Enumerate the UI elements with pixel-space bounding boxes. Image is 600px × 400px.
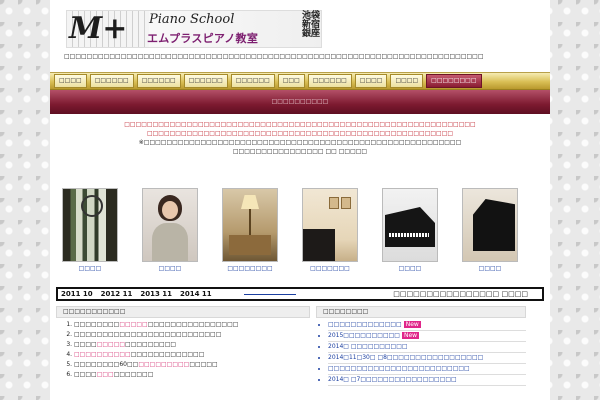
news-item[interactable]: □□□□□□□□□□□□□□□□□□□□□□□□□: [328, 364, 526, 375]
nav-item-2[interactable]: □□□□□□: [89, 74, 134, 88]
features-heading: □□□□□□□□□□□: [56, 306, 310, 318]
news-box: □□□□□□□□ □□□□□□□□□□□□□New 2015□□□□□□□□□□…: [316, 306, 526, 400]
lamp-stand-graphic: [249, 209, 251, 235]
year-link-2013[interactable]: 2013 11: [140, 290, 172, 298]
nav-item-9[interactable]: □□□□: [390, 74, 424, 88]
banner-title: □□□□□□□□□□: [271, 98, 329, 105]
page-container: M+ Piano School エムプラスピアノ教室 池袋 新宿 銀座 □□□□…: [50, 0, 550, 400]
notice-line-4: □□□□□□□□□□□□□□□□ □□ □□□□□: [232, 148, 368, 155]
room-photo[interactable]: [302, 188, 358, 262]
window-arch-graphic: [81, 195, 103, 217]
nav-item-1[interactable]: □□□□: [54, 74, 87, 88]
teacher-photo[interactable]: [142, 188, 198, 262]
photo-caption[interactable]: □□□□: [382, 265, 438, 272]
list-item: □□□□□□□□□□□□□□: [74, 370, 310, 380]
new-badge: New: [401, 332, 420, 339]
nav-item-6[interactable]: □□□: [277, 74, 305, 88]
history-underline-link[interactable]: [243, 293, 296, 295]
news-item[interactable]: 2014□ □□□□□□□□□□: [328, 342, 526, 353]
news-heading: □□□□□□□□: [316, 306, 526, 318]
grand-piano-photo-1[interactable]: [382, 188, 438, 262]
photo-card-piano-2[interactable]: □□□□: [462, 188, 518, 272]
photo-caption[interactable]: □□□□: [62, 265, 118, 272]
news-item[interactable]: 2014□ □7□□□□□□□□□□□□□□□□□: [328, 375, 526, 386]
lobby-photo[interactable]: [222, 188, 278, 262]
photo-caption[interactable]: □□□□□□□□: [222, 265, 278, 272]
nav-item-4[interactable]: □□□□□□: [183, 74, 228, 88]
nav-item-3[interactable]: □□□□□□: [136, 74, 181, 88]
site-logo[interactable]: M+ Piano School エムプラスピアノ教室 池袋 新宿 銀座: [66, 10, 322, 48]
dress-graphic: [152, 223, 188, 261]
photo-card-lobby[interactable]: □□□□□□□□: [222, 188, 278, 272]
list-item: □□□□□□□□□□□□□□□□□□□□□□□□□□□□□: [74, 320, 310, 330]
nav-item-5[interactable]: □□□□□□: [230, 74, 275, 88]
logo-kana-text: エムプラスピアノ教室: [147, 32, 259, 45]
nav-item-7[interactable]: □□□□□□: [307, 74, 352, 88]
news-item[interactable]: 2015□□□□□□□□□□New: [328, 331, 526, 342]
year-link-2014[interactable]: 2014 11: [180, 290, 212, 298]
notice-line-3: ※□□□□□□□□□□□□□□□□□□□□□□□□□□□□□□□□□□□□□□□…: [138, 139, 462, 146]
site-tagline: □□□□□□□□□□□□□□□□□□□□□□□□□□□□□□□□□□□□□□□□…: [64, 53, 484, 60]
notice-line-1: □□□□□□□□□□□□□□□□□□□□□□□□□□□□□□□□□□□□□□□□…: [124, 121, 476, 128]
news-item[interactable]: 2014□11□30□ □8□□□□□□□□□□□□□□□□□: [328, 353, 526, 364]
entrance-photo[interactable]: [62, 188, 118, 262]
notice-block: □□□□□□□□□□□□□□□□□□□□□□□□□□□□□□□□□□□□□□□□…: [50, 120, 550, 156]
upright-piano-graphic: [303, 229, 335, 261]
logo-locations: 池袋 新宿 銀座: [301, 12, 321, 39]
photo-caption[interactable]: □□□□: [142, 265, 198, 272]
photo-card-room[interactable]: □□□□□□□: [302, 188, 358, 272]
list-item: □□□□□□□□□□□□□□□□□□□□□□□□□□: [74, 330, 310, 340]
news-list: □□□□□□□□□□□□□New 2015□□□□□□□□□□New 2014□…: [316, 320, 526, 386]
photo-gallery: □□□□ □□□□ □□□□□□□□ □□□□□□□ □□□□ □□□□: [62, 188, 542, 272]
nav-item-active[interactable]: □□□□□□□□: [426, 74, 482, 88]
photo-card-entrance[interactable]: □□□□: [62, 188, 118, 272]
photo-card-piano-1[interactable]: □□□□: [382, 188, 438, 272]
logo-mark: M+: [69, 11, 128, 46]
features-list: □□□□□□□□□□□□□□□□□□□□□□□□□□□□□ □□□□□□□□□□…: [56, 320, 310, 380]
new-badge: New: [403, 321, 421, 328]
main-nav: □□□□ □□□□□□ □□□□□□ □□□□□□ □□□□□□ □□□ □□□…: [50, 72, 550, 90]
grand-piano-graphic: [385, 207, 435, 247]
history-right-text: □□□□□□□□□□□□□□□□ □□□□: [393, 290, 528, 298]
grand-piano-photo-2[interactable]: [462, 188, 518, 262]
frame-graphic-2: [341, 197, 351, 209]
year-link-2012[interactable]: 2012 11: [101, 290, 133, 298]
notice-line-2: □□□□□□□□□□□□□□□□□□□□□□□□□□□□□□□□□□□□□□□□…: [146, 130, 454, 137]
features-box: □□□□□□□□□□□ □□□□□□□□□□□□□□□□□□□□□□□□□□□□…: [56, 306, 310, 400]
year-link-2011[interactable]: 2011 10: [61, 290, 93, 298]
list-item: □□□□□□□□□□□□□□□□□□□□□□□: [74, 350, 310, 360]
photo-caption[interactable]: □□□□: [462, 265, 518, 272]
face-graphic: [162, 201, 178, 219]
page-banner: □□□□□□□□□□: [50, 90, 550, 114]
logo-script-text: Piano School: [149, 12, 235, 27]
list-item: □□□□□□□□60□□□□□□□□□□□□□□□□: [74, 360, 310, 370]
nav-item-8[interactable]: □□□□: [354, 74, 388, 88]
lamp-shade-graphic: [241, 195, 259, 209]
list-item: □□□□□□□□□□□□□□□□□□: [74, 340, 310, 350]
frame-graphic-1: [329, 197, 339, 209]
table-graphic: [229, 235, 271, 255]
photo-card-teacher[interactable]: □□□□: [142, 188, 198, 272]
news-item[interactable]: □□□□□□□□□□□□□New: [328, 320, 526, 331]
piano-keys-graphic: [389, 233, 429, 237]
location-ginza: 銀座: [301, 29, 320, 39]
photo-caption[interactable]: □□□□□□□: [302, 265, 358, 272]
history-bar: 2011 10 2012 11 2013 11 2014 11 □□□□□□□□…: [56, 287, 544, 301]
grand-piano-graphic: [473, 199, 515, 251]
